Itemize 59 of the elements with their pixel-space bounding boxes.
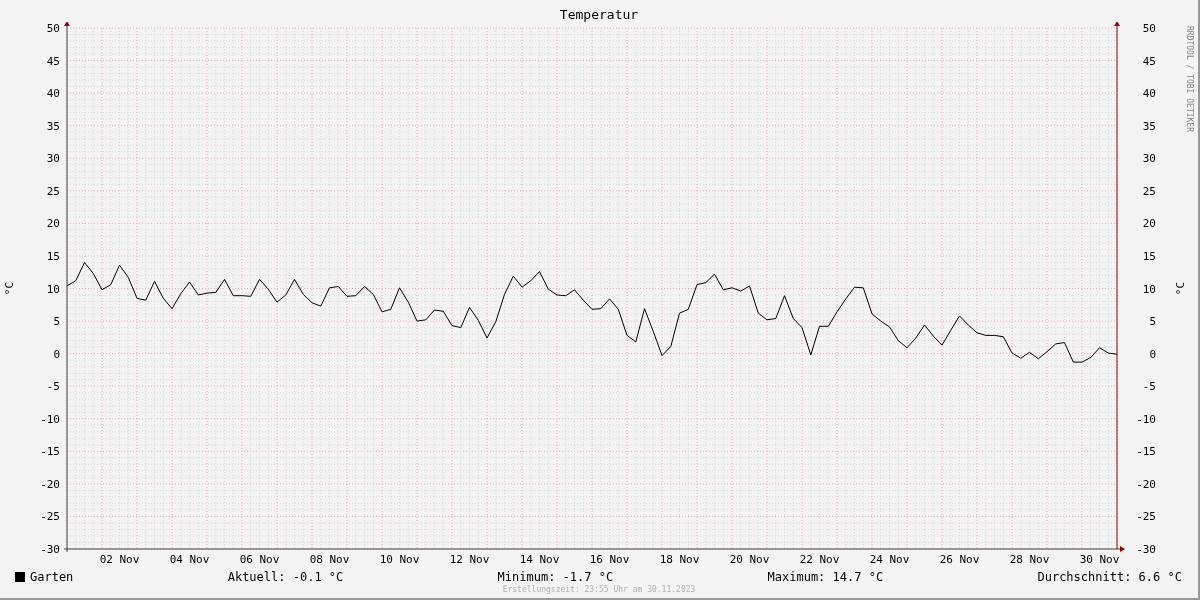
y-tick-label: -5 bbox=[46, 380, 60, 394]
y-tick-label: 50 bbox=[46, 22, 60, 35]
creation-time-text: Erstellungszeit: 23:55 Uhr am 30.11.2023 bbox=[502, 585, 696, 594]
x-tick-label: 20 Nov bbox=[729, 553, 770, 566]
watermark-text: RRDTOOL / TOBI OETIKER bbox=[1185, 26, 1194, 132]
y-tick-label: 30 bbox=[1142, 152, 1156, 166]
x-tick-label: 28 Nov bbox=[1009, 553, 1050, 566]
y-tick-label: 5 bbox=[1149, 315, 1156, 329]
y-tick-label: 15 bbox=[46, 249, 60, 263]
x-tick-label: 06 Nov bbox=[239, 553, 280, 566]
x-tick-label: 08 Nov bbox=[309, 553, 350, 566]
y-tick-label: 0 bbox=[53, 347, 60, 361]
legend-stat: Aktuell: -0.1 °C bbox=[227, 570, 344, 584]
x-tick-label: 30 Nov bbox=[1079, 553, 1120, 566]
x-tick-label: 18 Nov bbox=[659, 553, 700, 566]
y-tick-label: 5 bbox=[53, 315, 60, 329]
y-tick-label: 0 bbox=[1149, 347, 1156, 361]
y-tick-label: 40 bbox=[46, 87, 60, 101]
x-tick-label: 02 Nov bbox=[99, 553, 140, 566]
y-tick-label: 40 bbox=[1142, 87, 1156, 101]
y-tick-label: 20 bbox=[1142, 217, 1156, 231]
legend-stat: Maximum: 14.7 °C bbox=[767, 570, 884, 584]
legend-stat: Minimum: -1.7 °C bbox=[497, 570, 614, 584]
y-tick-label: 25 bbox=[1142, 184, 1156, 198]
legend-stat: Durchschnitt: 6.6 °C bbox=[1037, 570, 1182, 584]
y-tick-label: 30 bbox=[46, 152, 60, 166]
y-tick-label: -30 bbox=[40, 543, 60, 556]
y-tick-label: -5 bbox=[1142, 380, 1156, 394]
x-tick-label: 04 Nov bbox=[169, 553, 210, 566]
x-tick-label: 26 Nov bbox=[939, 553, 980, 566]
legend-series-name: Garten bbox=[30, 570, 74, 584]
y-tick-label: -30 bbox=[1136, 543, 1156, 556]
y-tick-label: 45 bbox=[1142, 54, 1156, 68]
chart-title: Temperatur bbox=[559, 7, 639, 22]
y-tick-label: 20 bbox=[46, 217, 60, 231]
y-axis-unit: °C bbox=[1174, 281, 1187, 296]
y-axis-unit: °C bbox=[3, 281, 16, 296]
y-tick-label: -10 bbox=[1136, 412, 1156, 426]
x-tick-label: 10 Nov bbox=[379, 553, 420, 566]
x-tick-label: 14 Nov bbox=[519, 553, 560, 566]
y-tick-label: 35 bbox=[46, 119, 60, 133]
y-tick-label: -20 bbox=[40, 477, 60, 491]
y-tick-label: -15 bbox=[40, 445, 60, 459]
x-tick-label: 16 Nov bbox=[589, 553, 630, 566]
y-tick-label: 35 bbox=[1142, 119, 1156, 133]
x-tick-label: 12 Nov bbox=[449, 553, 490, 566]
y-tick-label: 10 bbox=[46, 282, 60, 296]
y-tick-label: -25 bbox=[1136, 510, 1156, 524]
y-tick-label: -20 bbox=[1136, 477, 1156, 491]
y-tick-label: 25 bbox=[46, 184, 60, 198]
y-tick-label: 15 bbox=[1142, 249, 1156, 263]
y-tick-label: 50 bbox=[1142, 22, 1156, 35]
x-tick-label: 24 Nov bbox=[869, 553, 910, 566]
y-tick-label: 10 bbox=[1142, 282, 1156, 296]
y-tick-label: -25 bbox=[40, 510, 60, 524]
y-tick-label: -10 bbox=[40, 412, 60, 426]
x-tick-label: 22 Nov bbox=[799, 553, 840, 566]
y-tick-label: 45 bbox=[46, 54, 60, 68]
y-tick-label: -15 bbox=[1136, 445, 1156, 459]
